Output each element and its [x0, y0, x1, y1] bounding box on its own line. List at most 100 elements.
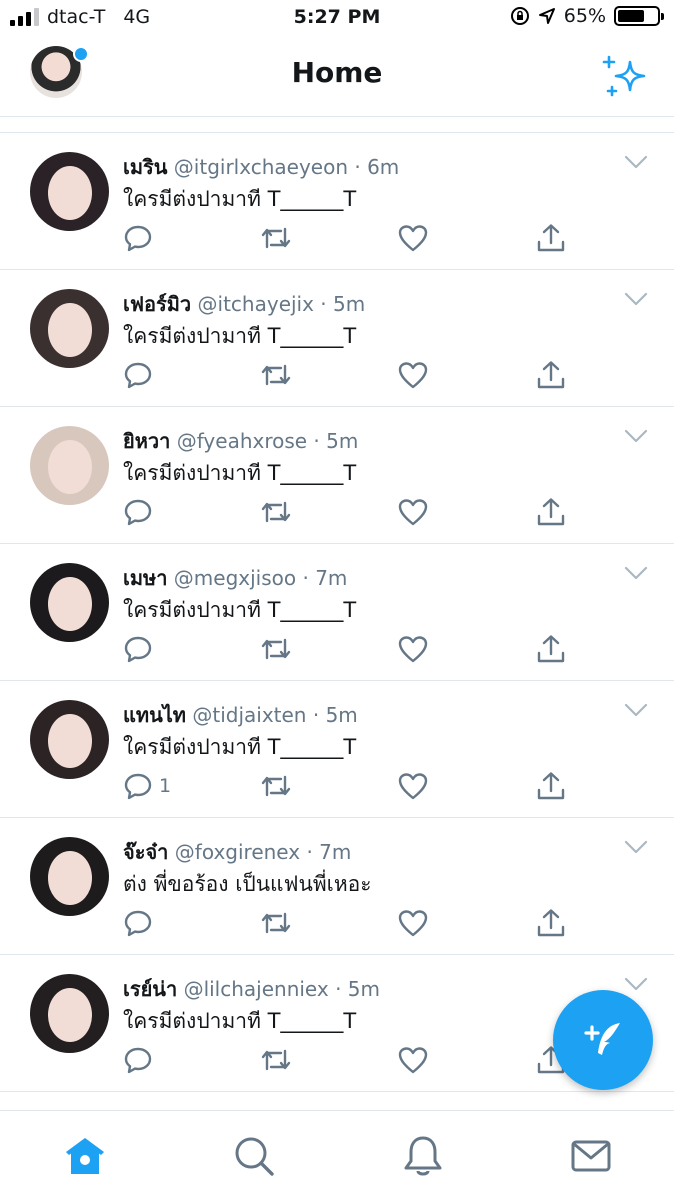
retweet-button[interactable] [259, 1043, 293, 1077]
like-button[interactable] [397, 221, 429, 255]
share-button[interactable] [535, 632, 567, 666]
compose-tweet-icon [584, 1023, 620, 1055]
like-icon [398, 773, 428, 800]
display-name[interactable]: ยิหวา [123, 429, 170, 453]
display-name[interactable]: จ๊ะจ๋า [123, 840, 168, 864]
avatar-face [48, 577, 92, 631]
user-handle[interactable]: @megxjisoo [174, 566, 296, 590]
reply-button[interactable] [123, 358, 159, 392]
tab-home[interactable] [60, 1131, 110, 1181]
reply-button[interactable] [123, 906, 159, 940]
retweet-icon [261, 912, 291, 934]
nav-header: Home [0, 40, 674, 117]
like-button[interactable] [397, 769, 429, 803]
tweet-avatar[interactable] [30, 837, 109, 916]
like-button[interactable] [397, 495, 429, 529]
battery-icon [614, 6, 664, 26]
messages-icon [571, 1140, 611, 1172]
chevron-down-icon[interactable] [624, 840, 648, 854]
retweet-icon [261, 501, 291, 523]
display-name[interactable]: เรย์น่า [123, 977, 177, 1001]
status-bar: dtac-T 4G 5:27 PM 65% [0, 0, 674, 38]
tab-notifications[interactable] [398, 1131, 448, 1181]
tweet-row[interactable]: เฟอร์มิว @itchayejix · 5m ใครมีต่งปามาที … [0, 270, 674, 407]
retweet-button[interactable] [259, 632, 293, 666]
search-icon [235, 1137, 274, 1176]
reply-button[interactable] [123, 1043, 159, 1077]
like-button[interactable] [397, 906, 429, 940]
tweet-row[interactable]: ยิหวา @fyeahxrose · 5m ใครมีต่งปามาที T__… [0, 407, 674, 544]
retweet-button[interactable] [259, 906, 293, 940]
share-button[interactable] [535, 906, 567, 940]
reply-icon [124, 773, 152, 800]
user-handle[interactable]: @lilchajenniex [184, 977, 329, 1001]
retweet-button[interactable] [259, 358, 293, 392]
chevron-down-icon[interactable] [624, 977, 648, 991]
retweet-icon [261, 638, 291, 660]
retweet-button[interactable] [259, 769, 293, 803]
display-name[interactable]: เฟอร์มิว [123, 292, 191, 316]
tab-messages[interactable] [566, 1131, 616, 1181]
retweet-button[interactable] [259, 495, 293, 529]
reply-count: 1 [159, 775, 172, 797]
tweet-avatar[interactable] [30, 426, 109, 505]
meta-separator: · [348, 155, 368, 179]
user-handle[interactable]: @itgirlxchaeyeon [174, 155, 348, 179]
tweet-row[interactable]: จ๊ะจ๋า @foxgirenex · 7m ต่ง พี่ขอร้อง เป็… [0, 818, 674, 955]
share-button[interactable] [535, 358, 567, 392]
display-name[interactable]: เมษา [123, 566, 167, 590]
like-button[interactable] [397, 632, 429, 666]
avatar-face [48, 988, 92, 1042]
like-icon [398, 636, 428, 663]
tweet-row[interactable]: เมริน @itgirlxchaeyeon · 6m ใครมีต่งปามาท… [0, 133, 674, 270]
reply-button[interactable] [123, 632, 159, 666]
compose-tweet-button[interactable] [553, 990, 653, 1090]
sparkle-icon[interactable] [602, 54, 648, 100]
chevron-down-icon[interactable] [624, 566, 648, 580]
tweet-text: ต่ง พี่ขอร้อง เป็นแฟนพี่เหอะ [123, 872, 372, 896]
reply-icon [124, 225, 152, 252]
like-button[interactable] [397, 1043, 429, 1077]
tweet-row[interactable]: แทนไท @tidjaixten · 5m ใครมีต่งปามาที T__… [0, 681, 674, 818]
tweet-avatar[interactable] [30, 700, 109, 779]
avatar-face [48, 166, 92, 220]
user-handle[interactable]: @itchayejix [198, 292, 314, 316]
display-name[interactable]: แทนไท [123, 703, 186, 727]
share-icon [537, 498, 565, 526]
user-handle[interactable]: @tidjaixten [192, 703, 306, 727]
retweet-button[interactable] [259, 221, 293, 255]
reply-button[interactable] [123, 495, 159, 529]
tweet-avatar[interactable] [30, 563, 109, 642]
reply-button[interactable]: 1 [123, 769, 171, 803]
tweet-avatar[interactable] [30, 289, 109, 368]
chevron-down-icon[interactable] [624, 292, 648, 306]
notifications-icon [404, 1136, 442, 1176]
tweet-time: 7m [319, 840, 352, 864]
avatar-face [48, 440, 92, 494]
tab-search[interactable] [229, 1131, 279, 1181]
share-button[interactable] [535, 495, 567, 529]
share-button[interactable] [535, 769, 567, 803]
chevron-down-icon[interactable] [624, 429, 648, 443]
tweet-actions: 1 [123, 769, 583, 803]
timeline[interactable]: เมริน @itgirlxchaeyeon · 6m ใครมีต่งปามาท… [0, 116, 674, 1092]
reply-button[interactable] [123, 221, 159, 255]
user-handle[interactable]: @fyeahxrose [177, 429, 307, 453]
tweet-text: ใครมีต่งปามาที T______T [123, 187, 357, 211]
user-handle[interactable]: @foxgirenex [175, 840, 300, 864]
avatar-face [48, 714, 92, 768]
tweet-row[interactable]: เมษา @megxjisoo · 7m ใครมีต่งปามาที T____… [0, 544, 674, 681]
share-button[interactable] [535, 221, 567, 255]
like-icon [398, 225, 428, 252]
tweet-avatar[interactable] [30, 974, 109, 1053]
meta-separator: · [313, 292, 334, 316]
tweet-actions [123, 358, 583, 392]
reply-icon [124, 910, 152, 937]
tweet-avatar[interactable] [30, 152, 109, 231]
tweet-header: เรย์น่า @lilchajenniex · 5m [123, 973, 380, 1005]
chevron-down-icon[interactable] [624, 155, 648, 169]
display-name[interactable]: เมริน [123, 155, 167, 179]
chevron-down-icon[interactable] [624, 703, 648, 717]
like-button[interactable] [397, 358, 429, 392]
share-icon [537, 909, 565, 937]
